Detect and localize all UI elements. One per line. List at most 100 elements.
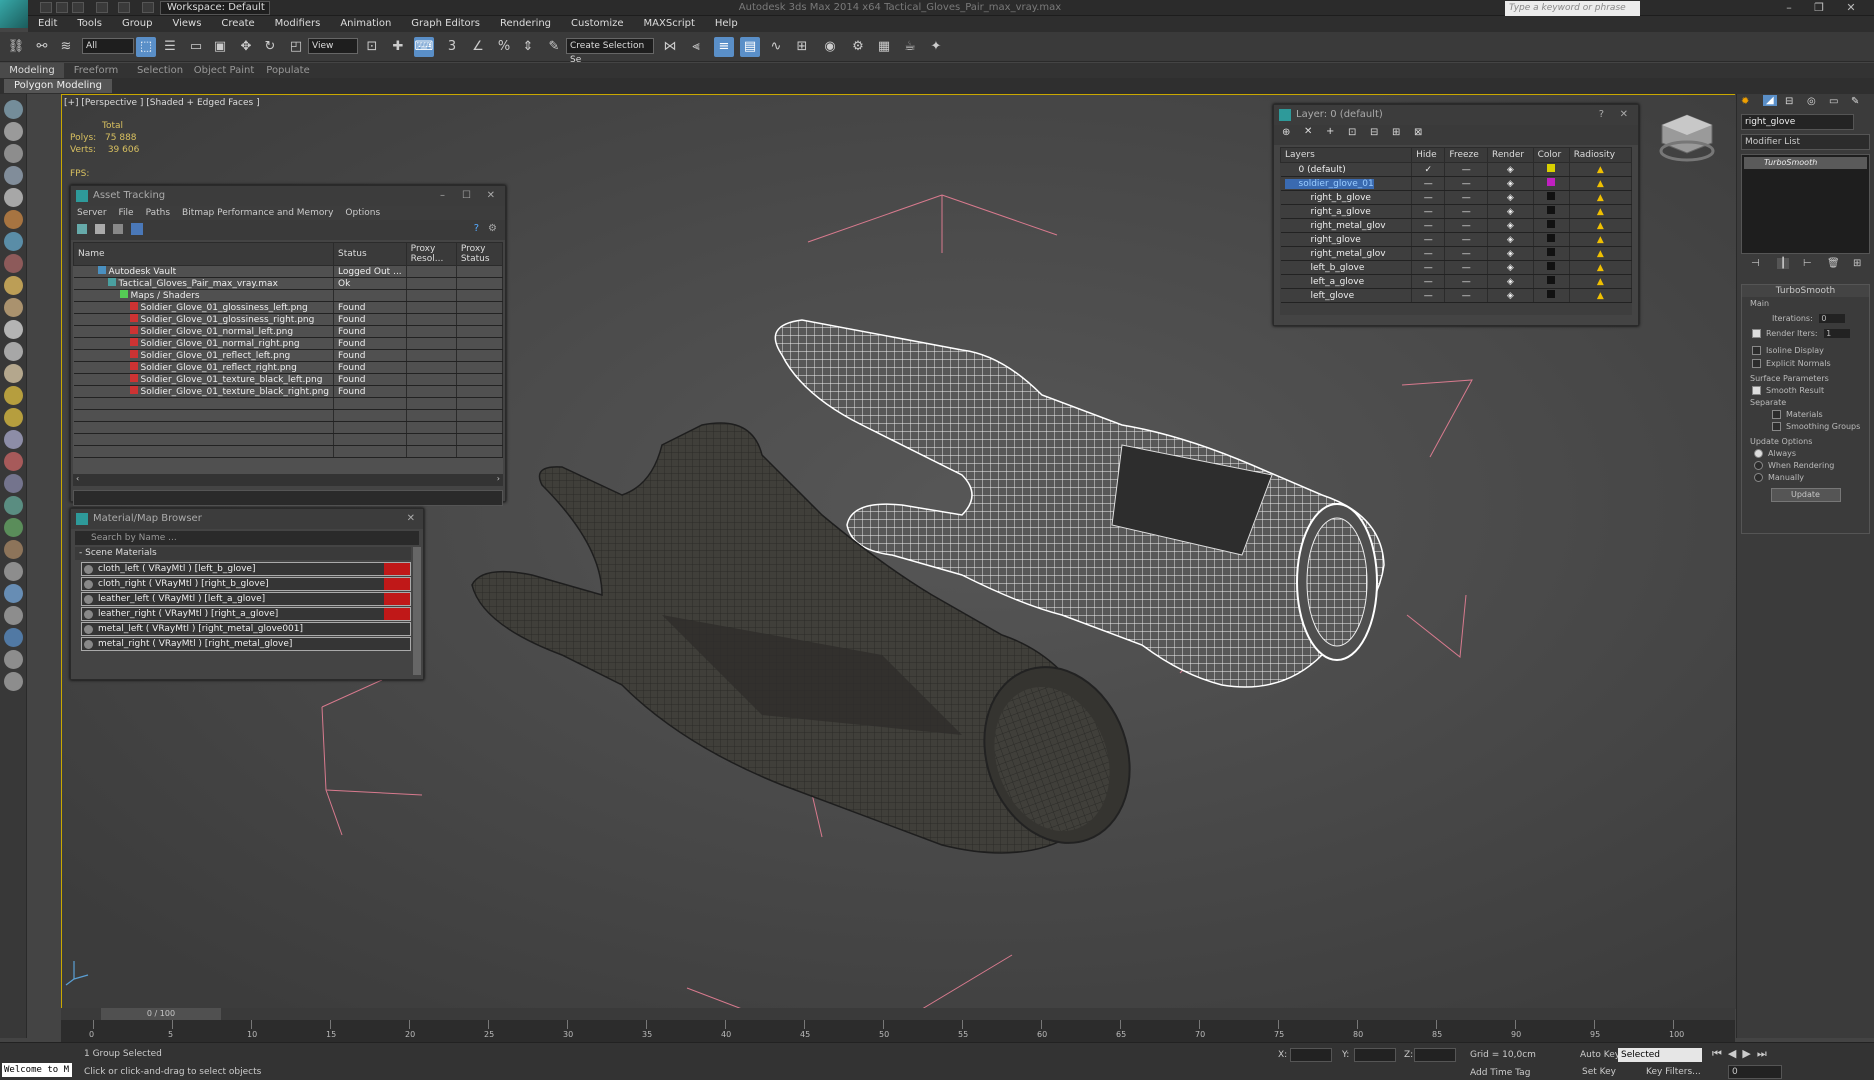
asset-menu-bitmap-performance-and-memory[interactable]: Bitmap Performance and Memory (176, 206, 339, 220)
snap-icon[interactable]: 3 (442, 37, 462, 57)
ribbon-tab-object-paint[interactable]: Object Paint (192, 63, 256, 78)
layer-color-swatch[interactable] (1533, 162, 1570, 177)
always-radio[interactable] (1754, 449, 1763, 458)
layer-column-layers[interactable]: Layers (1280, 147, 1413, 163)
remove-modifier-icon[interactable]: 🗑 (1827, 258, 1840, 269)
color-swatch[interactable] (1547, 290, 1556, 298)
menu-animation[interactable]: Animation (330, 16, 401, 32)
radiosity-icon[interactable]: ▲ (1569, 260, 1632, 275)
radiosity-icon[interactable]: ▲ (1569, 204, 1632, 219)
pan-icon[interactable] (4, 122, 23, 141)
move-icon[interactable]: ✥ (236, 37, 256, 57)
render-setup-icon[interactable]: ⚙ (848, 37, 868, 57)
freeze-toggle[interactable]: — (1444, 260, 1489, 275)
menu-modifiers[interactable]: Modifiers (265, 16, 331, 32)
table-row[interactable]: Soldier_Glove_01_glossiness_left.png Foun… (73, 301, 503, 314)
percent-snap-icon[interactable]: % (494, 37, 514, 57)
globe-icon[interactable] (4, 584, 23, 603)
teapot-icon[interactable] (4, 210, 23, 229)
rendered-frame-icon[interactable]: ▦ (874, 37, 894, 57)
details-view-icon[interactable] (113, 224, 123, 234)
scale-icon[interactable]: ◰ (286, 37, 306, 57)
hide-toggle[interactable]: — (1411, 232, 1446, 247)
render-toggle-icon[interactable]: ◈ (1487, 190, 1534, 205)
asset-column-4[interactable]: Proxy Status (455, 242, 503, 266)
sun-icon[interactable] (4, 386, 23, 405)
close-icon[interactable]: ✕ (407, 509, 415, 529)
render-toggle-icon[interactable]: ◈ (1487, 162, 1534, 177)
save-icon[interactable] (72, 2, 84, 13)
hide-toggle[interactable]: — (1411, 274, 1446, 289)
table-row[interactable]: Soldier_Glove_01_reflect_left.png Found (73, 349, 503, 362)
material-map-browser[interactable]: Material/Map Browser ✕ Search by Name ..… (70, 508, 424, 680)
activeshade-icon[interactable]: ✦ (926, 37, 946, 57)
camera-icon[interactable] (4, 276, 23, 295)
layer-column-color[interactable]: Color (1532, 147, 1570, 163)
misc-icon[interactable] (4, 650, 23, 669)
layer-row[interactable]: 0 (default) ✓ — ◈ ▲ (1280, 162, 1632, 177)
radiosity-icon[interactable]: ▲ (1569, 218, 1632, 233)
walk-icon[interactable] (4, 474, 23, 493)
color-swatch[interactable] (1547, 164, 1556, 172)
time-slider-thumb[interactable]: 0 / 100 (101, 1008, 221, 1020)
layer-color-swatch[interactable] (1533, 246, 1570, 261)
layer-row[interactable]: soldier_glove_01— — ◈ ▲ (1280, 176, 1632, 191)
project-icon[interactable] (142, 2, 154, 13)
layer-column-radiosity[interactable]: Radiosity (1568, 147, 1632, 163)
window-crossing-icon[interactable]: ▣ (210, 37, 230, 57)
material-item[interactable]: leather_right ( VRayMtl ) [right_a_glove… (81, 607, 411, 621)
asset-tracking-window[interactable]: Asset Tracking – ☐ ✕ Server File Paths Bitm… (70, 185, 506, 506)
layer-row[interactable]: right_metal_glov — — ◈ ▲ (1280, 246, 1632, 261)
layer-manager-window[interactable]: Layer: 0 (default) ? ✕ ⊕ ✕ + ⊡ ⊟ ⊞ ⊠ Lay… (1273, 104, 1639, 326)
table-row[interactable]: Soldier_Glove_01_texture_black_right.png… (73, 385, 503, 398)
keyboard-shortcut-icon[interactable]: ⌨ (414, 37, 434, 57)
menu-rendering[interactable]: Rendering (490, 16, 561, 32)
turbosmooth-rollout-header[interactable]: TurboSmooth (1742, 285, 1869, 297)
radiosity-icon[interactable]: ▲ (1569, 176, 1632, 191)
freeze-toggle[interactable]: — (1444, 246, 1489, 261)
hide-toggle[interactable]: — (1411, 204, 1446, 219)
sphere-icon[interactable] (4, 232, 23, 251)
asset-column-3[interactable]: Proxy Resol... (405, 242, 457, 266)
render-toggle-icon[interactable]: ◈ (1487, 218, 1534, 233)
ref-coord-dropdown[interactable]: View (308, 38, 358, 54)
maximize-icon[interactable]: ☐ (462, 186, 471, 206)
table-row[interactable]: Soldier_Glove_01_normal_right.png Found (73, 337, 503, 350)
asset-column-1[interactable]: Name (73, 242, 334, 266)
when-rendering-radio[interactable] (1754, 461, 1763, 470)
system-icon[interactable] (4, 342, 23, 361)
display-tab-icon[interactable]: ▭ (1829, 96, 1838, 107)
particle-icon[interactable] (4, 430, 23, 449)
layer-color-swatch[interactable] (1533, 218, 1570, 233)
layer-row[interactable]: right_a_glove — — ◈ ▲ (1280, 204, 1632, 219)
freeze-toggle[interactable]: — (1444, 204, 1489, 219)
table-row[interactable] (73, 445, 503, 458)
render-toggle-icon[interactable]: ◈ (1487, 176, 1534, 191)
layer-manager-icon[interactable]: ≡ (714, 37, 734, 57)
highlight-layer-icon[interactable]: ⊟ (1370, 127, 1378, 138)
make-unique-icon[interactable]: ⊢ (1803, 258, 1812, 269)
color-swatch[interactable] (1547, 178, 1556, 186)
search-input[interactable]: Type a keyword or phrase (1505, 1, 1640, 16)
table-row[interactable]: Tactical_Gloves_Pair_max_vray.max Ok (73, 277, 503, 290)
hide-toggle[interactable]: ✓ (1411, 162, 1446, 177)
close-icon[interactable]: ✕ (487, 186, 495, 206)
color-swatch[interactable] (1547, 248, 1556, 256)
motion-tab-icon[interactable]: ◎ (1807, 96, 1816, 107)
table-row[interactable]: Soldier_Glove_01_glossiness_right.png Fou… (73, 313, 503, 326)
rotate-icon[interactable]: ↻ (260, 37, 280, 57)
color-swatch[interactable] (1547, 276, 1556, 284)
radiosity-icon[interactable]: ▲ (1569, 288, 1632, 303)
minimize-button[interactable]: – (1778, 1, 1800, 15)
layer-column-freeze[interactable]: Freeze (1444, 147, 1489, 163)
selected-dropdown[interactable]: Selected (1618, 1048, 1702, 1062)
render-iters-spinner[interactable]: 1 (1824, 329, 1851, 338)
layer-color-swatch[interactable] (1533, 260, 1570, 275)
hide-toggle[interactable]: — (1411, 260, 1446, 275)
material-item[interactable]: metal_right ( VRayMtl ) [right_metal_glo… (81, 637, 411, 651)
smooth-result-checkbox[interactable] (1752, 386, 1761, 395)
table-row[interactable]: Soldier_Glove_01_texture_black_left.png F… (73, 373, 503, 386)
close-icon[interactable]: ✕ (1620, 105, 1628, 125)
refresh-icon[interactable] (77, 224, 87, 234)
layer-row[interactable]: right_b_glove — — ◈ ▲ (1280, 190, 1632, 205)
